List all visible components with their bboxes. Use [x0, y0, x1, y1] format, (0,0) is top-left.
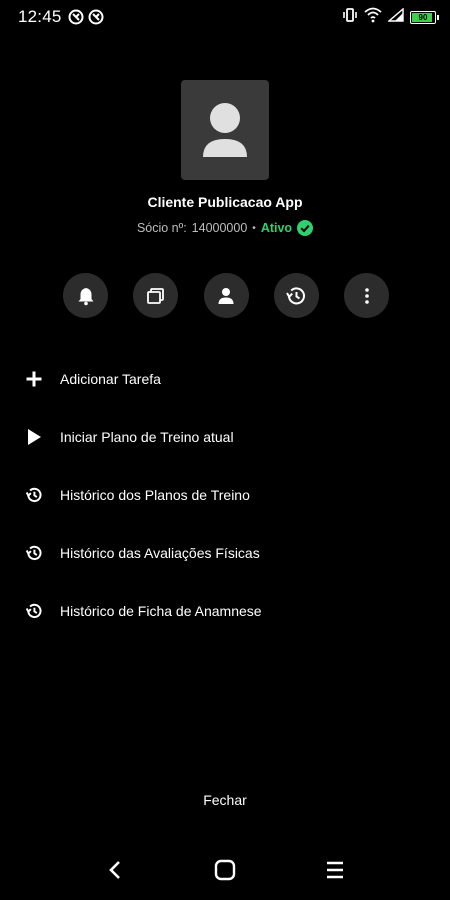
- menu-item-start-plan[interactable]: Iniciar Plano de Treino atual: [0, 408, 450, 466]
- member-number: 14000000: [191, 221, 248, 235]
- menu-item-plan-history[interactable]: Histórico dos Planos de Treino: [0, 466, 450, 524]
- separator-dot: •: [252, 222, 256, 234]
- cards-button[interactable]: [133, 273, 179, 318]
- history-icon: [286, 286, 306, 304]
- history-icon: [24, 485, 44, 505]
- home-square-icon: [214, 859, 236, 881]
- profile-button[interactable]: [203, 273, 249, 318]
- avatar[interactable]: [181, 80, 269, 180]
- cards-icon: [146, 287, 164, 304]
- close-button[interactable]: Fechar: [0, 792, 450, 808]
- vibrate-icon: [342, 7, 358, 28]
- profile-name: Cliente Publicacao App: [147, 194, 303, 210]
- history-icon: [24, 601, 44, 621]
- menu-lines-icon: [327, 861, 343, 879]
- notify-button[interactable]: [63, 273, 108, 318]
- person-placeholder-icon: [203, 103, 247, 157]
- signal-icon: [387, 6, 404, 27]
- nav-home-button[interactable]: [205, 850, 245, 890]
- menu-item-label: Histórico das Avaliações Físicas: [60, 545, 260, 561]
- more-vertical-icon: [364, 287, 369, 304]
- nav-back-button[interactable]: [95, 850, 135, 890]
- bell-icon: [78, 287, 93, 305]
- nav-recents-button[interactable]: [315, 850, 355, 890]
- action-buttons-row: [63, 273, 389, 318]
- menu-item-label: Histórico dos Planos de Treino: [60, 487, 250, 503]
- status-time: 12:45: [18, 7, 62, 26]
- wifi-icon: [364, 7, 382, 28]
- plus-icon: [24, 369, 44, 389]
- member-label: Sócio nº:: [136, 221, 187, 235]
- battery-icon: 90: [410, 10, 439, 24]
- play-icon: [24, 427, 44, 447]
- system-nav-bar: [0, 840, 450, 900]
- status-left-icons: [68, 9, 104, 25]
- history-icon: [24, 543, 44, 563]
- notification-app-icon: [88, 9, 104, 25]
- history-button[interactable]: [273, 273, 319, 318]
- back-chevron-icon: [109, 861, 120, 879]
- menu-item-label: Iniciar Plano de Treino atual: [60, 429, 234, 445]
- person-icon: [218, 287, 234, 304]
- check-circle-icon: [297, 220, 314, 236]
- menu-item-anamnesis-history[interactable]: Histórico de Ficha de Anamnese: [0, 582, 450, 640]
- member-info: Sócio nº: 14000000 • Ativo: [0, 220, 450, 236]
- menu-item-label: Adicionar Tarefa: [60, 371, 161, 387]
- options-menu: Adicionar Tarefa Iniciar Plano de Treino…: [0, 350, 450, 640]
- menu-item-add-task[interactable]: Adicionar Tarefa: [0, 350, 450, 408]
- status-bar: 12:45 90: [0, 0, 450, 34]
- status-right: 90: [342, 6, 439, 28]
- status-badge: Ativo: [260, 221, 293, 235]
- notification-app-icon: [68, 9, 84, 25]
- battery-text: 90: [418, 12, 428, 22]
- menu-item-label: Histórico de Ficha de Anamnese: [60, 603, 262, 619]
- menu-item-evaluation-history[interactable]: Histórico das Avaliações Físicas: [0, 524, 450, 582]
- more-options-button[interactable]: [344, 273, 389, 318]
